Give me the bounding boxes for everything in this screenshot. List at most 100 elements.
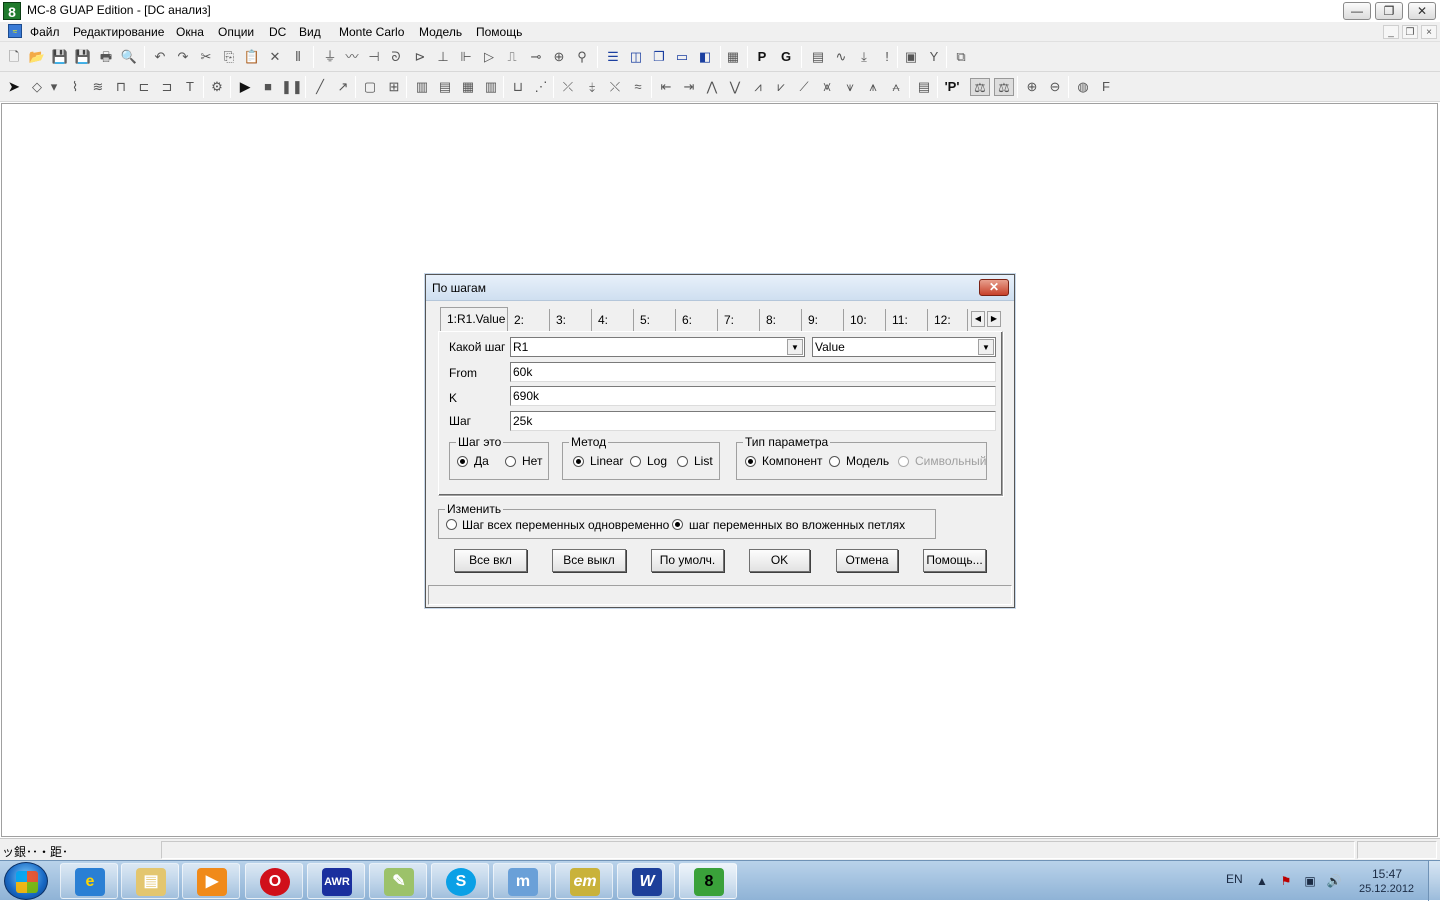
from-field[interactable]: 60k [510,362,996,382]
tab-12[interactable]: 12: [928,309,968,331]
cursor-mode1-icon[interactable]: ⚖ [970,78,990,96]
peak-left-icon[interactable]: ⇤ [656,78,676,96]
language-indicator[interactable]: EN [1226,872,1243,886]
opamp-icon[interactable]: ▷ [479,48,499,66]
select-arrow-icon[interactable]: ➤ [4,78,24,96]
delete-icon[interactable]: ✕ [265,48,285,66]
select-all-icon[interactable]: ⦀ [288,48,308,66]
pin-icon[interactable]: ⊏ [134,78,154,96]
step-component-select[interactable]: R1 ▼ [510,337,805,357]
print-preview-icon[interactable]: 🔍 [119,48,139,66]
step-it-yes-radio[interactable] [457,456,468,467]
close-window-button[interactable]: ✕ [1408,2,1436,20]
step-size-field[interactable]: 25k [510,411,996,431]
mdi-restore-button[interactable]: ❐ [1402,25,1418,39]
dialog-close-button[interactable]: ✕ [979,279,1009,296]
grid-icon[interactable]: ⊞ [384,78,404,96]
wave-cursor-icon[interactable]: ≈ [628,78,648,96]
peak-right-icon[interactable]: ⇥ [679,78,699,96]
cursor-left-icon[interactable]: ⤫ [558,78,578,96]
properties-icon[interactable]: ⚙ [207,78,227,96]
step-it-no-radio[interactable] [505,456,516,467]
tab-4[interactable]: 4: [592,309,634,331]
taskbar-file-explorer[interactable]: ▤ [121,863,179,899]
chevron-down-icon[interactable]: ▼ [978,339,994,355]
minor-grid-icon[interactable]: ▦ [458,78,478,96]
all-off-button[interactable]: Все выкл [552,549,626,572]
zoom-out-icon[interactable]: ⊖ [1045,78,1065,96]
axis-icon[interactable]: ⊔ [508,78,528,96]
clock-date[interactable]: 25.12.2012 [1359,883,1414,895]
valley-icon[interactable]: ⋁ [725,78,745,96]
menu-help[interactable]: Помощь [476,25,522,39]
taskbar-internet-explorer[interactable]: e [60,863,118,899]
mdi-document-icon[interactable]: ≈ [8,24,22,38]
save-icon[interactable]: 💾 [50,48,70,66]
scale-icon[interactable]: ⋰ [531,78,551,96]
step-property-select[interactable]: Value ▼ [812,337,996,357]
tile-vertical-icon[interactable]: ◫ [626,48,646,66]
taskbar-mathcad[interactable]: m [493,863,551,899]
start-button[interactable] [4,862,48,900]
paste-icon[interactable]: 📋 [242,48,262,66]
all-on-button[interactable]: Все вкл [454,549,527,572]
globe-icon[interactable]: ◍ [1073,78,1093,96]
vgrid-icon[interactable]: ▥ [412,78,432,96]
default-button[interactable]: По умолч. [651,549,724,572]
taskbar-skype[interactable]: S [431,863,489,899]
window-icon[interactable]: ▭ [672,48,692,66]
volume-icon[interactable]: 🔊 [1326,873,1342,889]
flag-icon[interactable]: ⊓ [111,78,131,96]
cursor-right-icon[interactable]: ⤬ [605,78,625,96]
taskbar-awr[interactable]: AWR [307,863,365,899]
minimize-button[interactable]: — [1343,2,1371,20]
pin2-icon[interactable]: ⊐ [157,78,177,96]
text-icon[interactable]: T [180,78,200,96]
tab-9[interactable]: 9: [802,309,844,331]
hgrid-icon[interactable]: ▤ [435,78,455,96]
tab-8[interactable]: 8: [760,309,802,331]
pause-icon[interactable]: ❚❚ [281,78,303,96]
node-icon[interactable]: ⊕ [549,48,569,66]
change-nested-radio[interactable] [672,519,683,530]
point-tag-icon[interactable]: 'P' [942,78,962,96]
method-log-radio[interactable] [630,456,641,467]
network-icon[interactable]: ▣ [1302,873,1318,889]
probe-icon[interactable]: ⚲ [572,48,592,66]
waveform-icon[interactable]: ∿ [831,48,851,66]
tab-1[interactable]: 1:R1.Value [440,307,508,332]
taskbar-mc8[interactable]: 8 [679,863,737,899]
save-all-icon[interactable]: 💾 [73,48,93,66]
menu-edit[interactable]: Редактирование [73,25,164,39]
redo-icon[interactable]: ↷ [173,48,193,66]
menu-options[interactable]: Опции [218,25,254,39]
zoom-in-icon[interactable]: ⊕ [1022,78,1042,96]
high-icon[interactable]: ⩘ [748,78,768,96]
taskbar-emachineshop[interactable]: em [555,863,613,899]
method-linear-radio[interactable] [573,456,584,467]
cursor-mode2-icon[interactable]: ⚖ [994,78,1014,96]
calculator-icon[interactable]: ▦ [723,48,743,66]
warning-icon[interactable]: ! [877,48,897,66]
plot-g-icon[interactable]: G [776,48,796,66]
tile-horizontal-icon[interactable]: ☰ [603,48,623,66]
menu-file[interactable]: Файл [30,25,60,39]
param-component-radio[interactable] [745,456,756,467]
tab-5[interactable]: 5: [634,309,676,331]
run-icon[interactable]: ▶ [235,78,255,96]
battery-icon[interactable]: ⊥ [433,48,453,66]
global-low-icon[interactable]: ⩛ [840,78,860,96]
menu-monte-carlo[interactable]: Monte Carlo [339,25,404,39]
zoom-window-icon[interactable]: ⧉ [951,48,971,66]
tab-2[interactable]: 2: [508,309,550,331]
mdi-close-button[interactable]: × [1421,25,1437,39]
tokens-icon[interactable]: ▥ [481,78,501,96]
numeric-output-icon[interactable]: ▤ [808,48,828,66]
menu-model[interactable]: Модель [419,25,462,39]
menu-view[interactable]: Вид [299,25,321,39]
action-center-icon[interactable]: ⚑ [1278,873,1294,889]
tab-11[interactable]: 11: [886,309,928,331]
source-icon[interactable]: ⊸ [526,48,546,66]
cancel-button[interactable]: Отмена [836,549,898,572]
frame-icon[interactable]: ▢ [360,78,380,96]
